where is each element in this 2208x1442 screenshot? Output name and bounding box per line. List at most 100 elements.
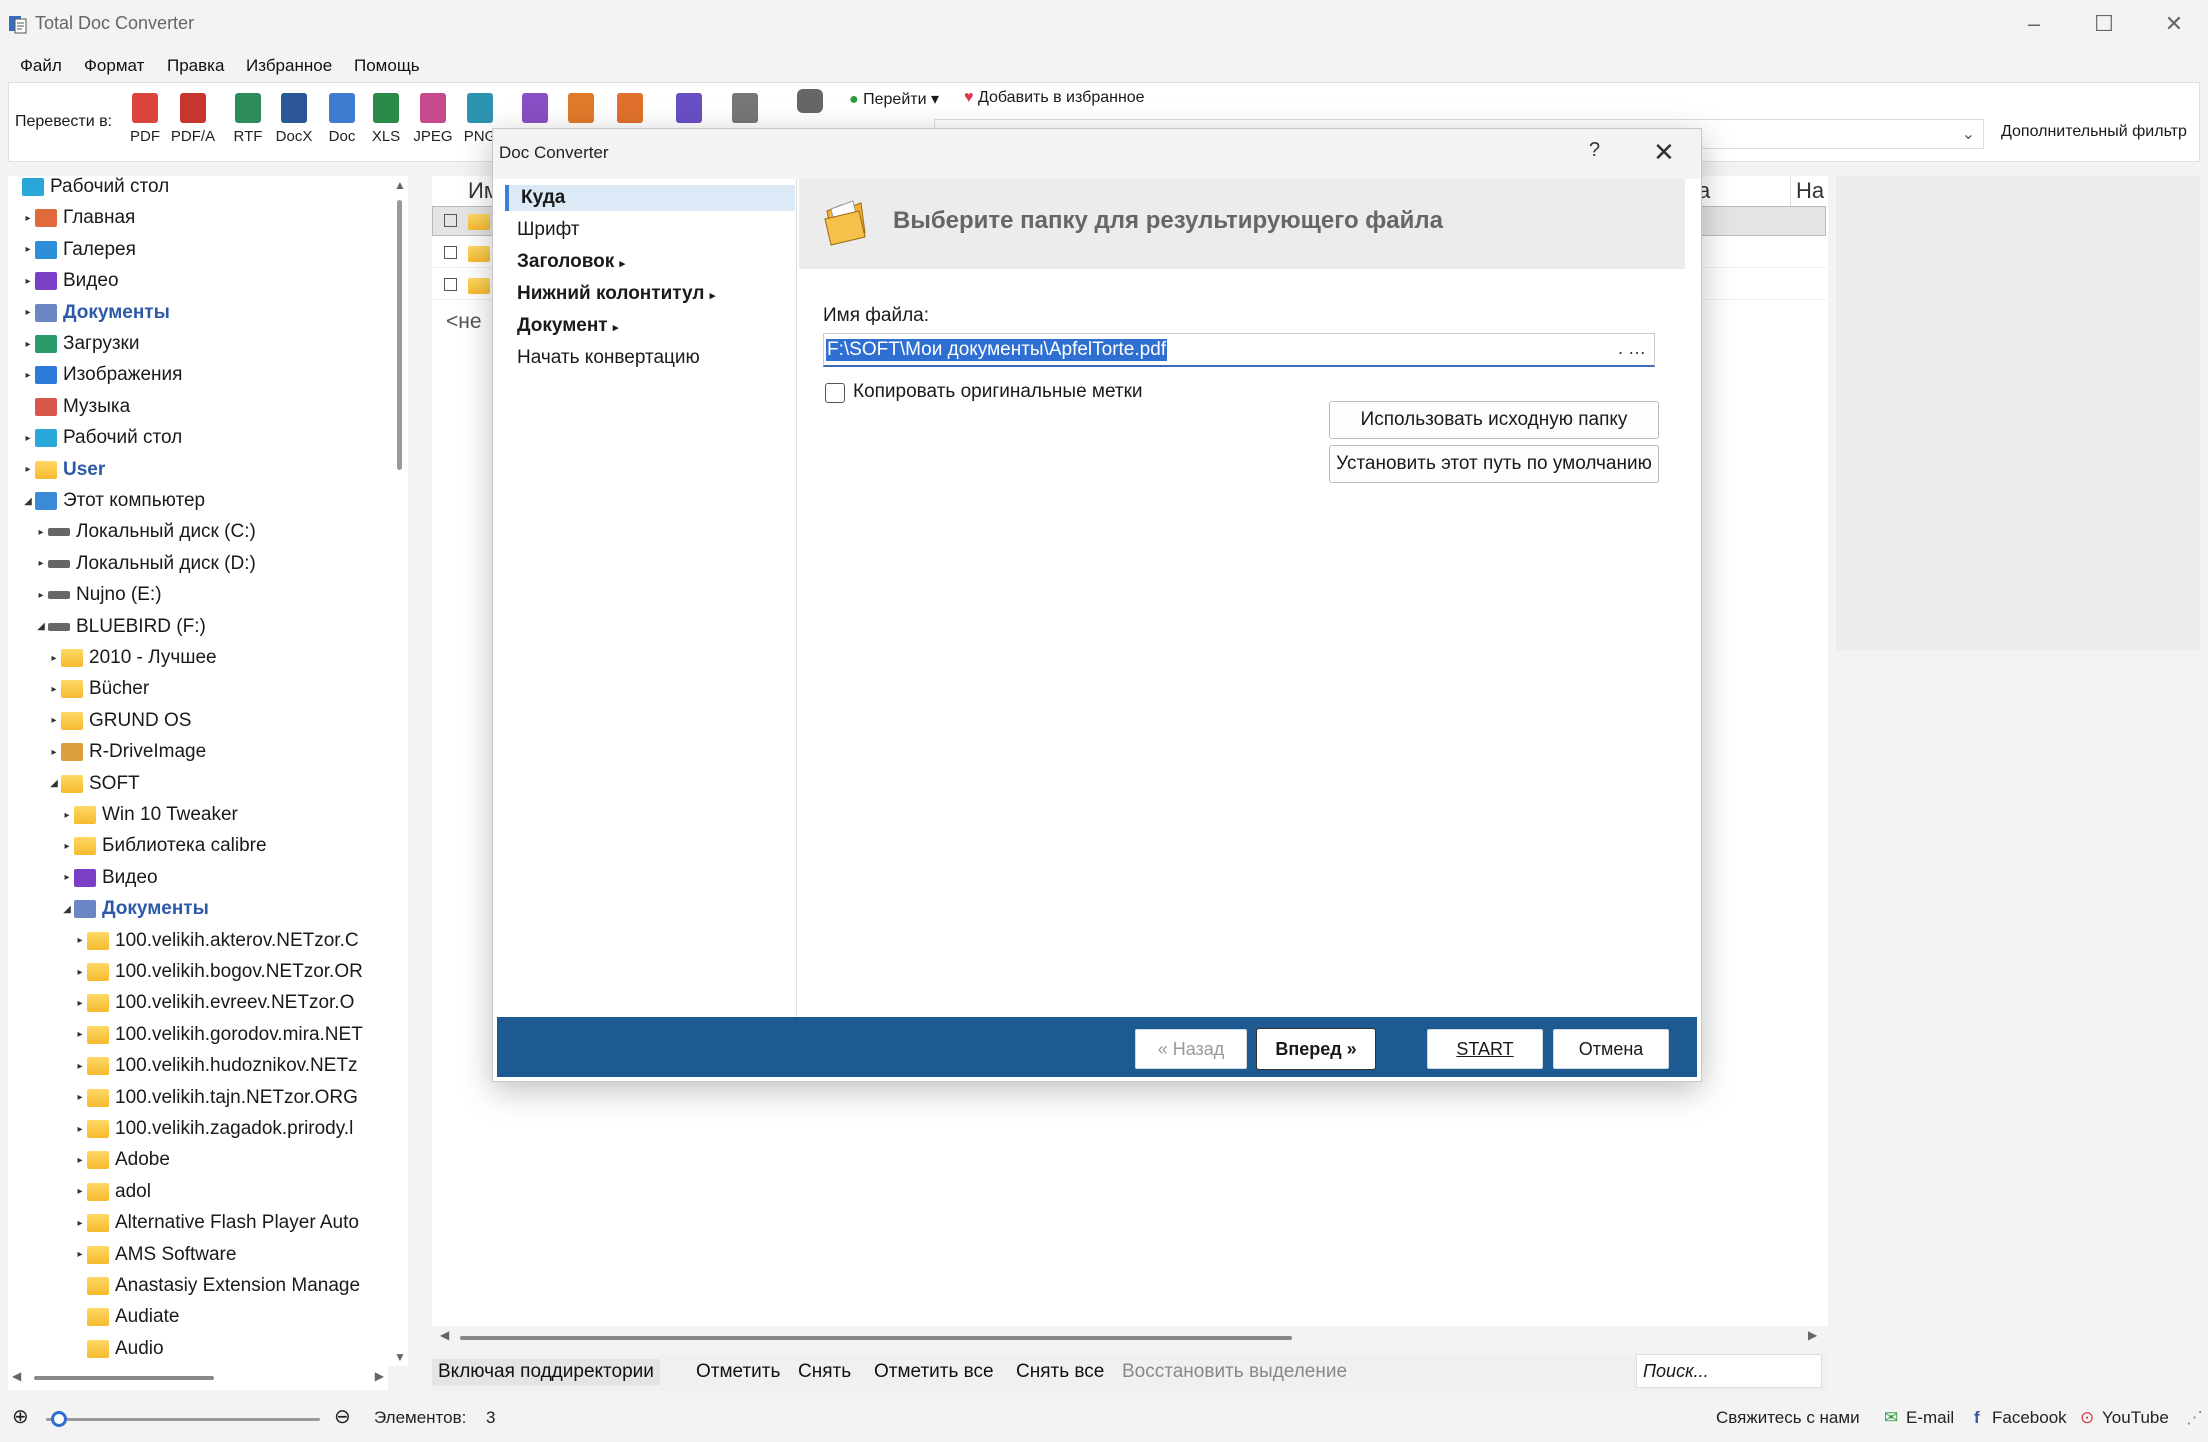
format-pdfa-button[interactable]: PDF/A <box>170 93 216 145</box>
dialog-close-button[interactable]: ✕ <box>1653 137 1675 168</box>
tree-item[interactable]: ▸ Win 10 Tweaker <box>60 800 237 830</box>
tree-item[interactable]: ▸ Nujno (E:) <box>34 580 161 610</box>
tree-item[interactable]: ▸ GRUND OS <box>47 706 191 736</box>
expand-right-icon[interactable]: ▸ <box>21 276 35 287</box>
tree-item[interactable]: ▸ Главная <box>21 203 135 233</box>
expand-right-icon[interactable]: ▸ <box>73 998 87 1009</box>
print-button[interactable] <box>787 89 833 113</box>
back-button[interactable]: « Назад <box>1135 1029 1247 1069</box>
expand-right-icon[interactable]: ▸ <box>21 339 35 350</box>
tree-item[interactable]: ▸ 100.velikih.tajn.NETzor.ORG <box>73 1083 357 1113</box>
set-default-path-button[interactable]: Установить этот путь по умолчанию <box>1329 445 1659 483</box>
tree-item[interactable]: ▸ Alternative Flash Player Auto <box>73 1208 358 1238</box>
expand-right-icon[interactable]: ▸ <box>73 1124 87 1135</box>
tree-item[interactable]: ▸ Видео <box>21 266 118 296</box>
format-jpeg-button[interactable]: JPEG <box>410 93 456 145</box>
zoom-slider-thumb[interactable] <box>51 1411 68 1427</box>
nav-font[interactable]: Шрифт <box>505 217 795 243</box>
extra-filter-button[interactable]: Дополнительный фильтр <box>2001 123 2187 141</box>
next-button[interactable]: Вперед » <box>1256 1028 1376 1070</box>
expand-right-icon[interactable]: ▸ <box>34 590 48 601</box>
expand-right-icon[interactable]: ▸ <box>21 213 35 224</box>
tree-item[interactable]: ◢ SOFT <box>47 769 140 799</box>
search-input[interactable]: Поиск... <box>1636 1354 1822 1388</box>
nav-destination[interactable]: Куда <box>505 185 795 211</box>
tree-item[interactable]: ▸ adol <box>73 1177 150 1207</box>
tree-item[interactable]: ▸ Локальный диск (D:) <box>34 549 255 579</box>
expand-right-icon[interactable]: ▸ <box>21 307 35 318</box>
format-tiff-button[interactable] <box>512 93 558 123</box>
expand-right-icon[interactable]: ▸ <box>73 935 87 946</box>
expand-right-icon[interactable]: ▸ <box>60 810 74 821</box>
expand-right-icon[interactable]: ▸ <box>73 1186 87 1197</box>
row-checkbox[interactable] <box>444 246 457 259</box>
expand-right-icon[interactable]: ▸ <box>21 244 35 255</box>
tree-item[interactable]: ▸ User <box>21 455 105 485</box>
expand-right-icon[interactable]: ▸ <box>21 433 35 444</box>
tree-item[interactable]: ▸ 100.velikih.hudoznikov.NETz <box>73 1051 357 1081</box>
tree-item[interactable]: Anastasiy Extension Manage <box>73 1271 360 1301</box>
maximize-button[interactable]: ☐ <box>2074 6 2134 42</box>
scroll-right-icon[interactable]: ▶ <box>1808 1328 1817 1342</box>
tree-item[interactable]: ▸ 2010 - Лучшее <box>47 643 216 673</box>
cancel-button[interactable]: Отмена <box>1553 1029 1669 1069</box>
tree-item[interactable]: ▸ 100.velikih.evreev.NETzor.O <box>73 988 354 1018</box>
use-source-folder-button[interactable]: Использовать исходную папку <box>1329 401 1659 439</box>
expand-right-icon[interactable]: ▸ <box>60 872 74 883</box>
format-pdf-button[interactable]: PDF <box>122 93 168 145</box>
tree-item[interactable]: ▸ Локальный диск (C:) <box>34 517 255 547</box>
tree-item[interactable]: Audiate <box>73 1302 179 1332</box>
nav-header[interactable]: Заголовок ▸ <box>505 249 795 275</box>
facebook-link[interactable]: Facebook <box>1992 1408 2067 1428</box>
email-link[interactable]: E-mail <box>1906 1408 1954 1428</box>
copy-tags-checkbox[interactable] <box>825 383 845 403</box>
expand-right-icon[interactable]: ▸ <box>73 967 87 978</box>
format-xml-button[interactable] <box>666 93 712 123</box>
mark-button[interactable]: Отметить <box>690 1359 786 1385</box>
scroll-down-icon[interactable]: ▼ <box>394 1350 406 1364</box>
browse-button[interactable]: . … <box>1618 338 1646 359</box>
expand-right-icon[interactable]: ▸ <box>47 684 61 695</box>
row-checkbox[interactable] <box>444 278 457 291</box>
expand-down-icon[interactable]: ◢ <box>34 621 48 632</box>
tree-item[interactable]: ◢ BLUEBIRD (F:) <box>34 612 206 642</box>
tree-scroll-thumb[interactable] <box>397 200 402 470</box>
scroll-up-icon[interactable]: ▲ <box>394 178 406 192</box>
menu-edit[interactable]: Правка <box>167 56 224 76</box>
tree-item[interactable]: ▸ AMS Software <box>73 1240 236 1270</box>
tree-horizontal-scrollbar[interactable]: ◀ ▶ <box>8 1366 388 1390</box>
expand-down-icon[interactable]: ◢ <box>47 778 61 789</box>
tree-item[interactable]: ▸ Библиотека calibre <box>60 831 266 861</box>
nav-document[interactable]: Документ ▸ <box>505 313 795 339</box>
tree-item[interactable]: ◢ Этот компьютер <box>21 486 205 516</box>
zoom-in-icon[interactable]: ⊕ <box>12 1404 29 1429</box>
tree-item[interactable]: Рабочий стол <box>8 176 169 202</box>
tree-item[interactable]: ▸ Рабочий стол <box>21 423 182 453</box>
expand-down-icon[interactable]: ◢ <box>60 904 74 915</box>
minimize-button[interactable]: – <box>2004 6 2064 42</box>
menu-file[interactable]: Файл <box>20 56 62 76</box>
restore-selection-button[interactable]: Восстановить выделение <box>1116 1359 1353 1385</box>
format-rtf-button[interactable]: RTF <box>225 93 271 145</box>
zoom-slider[interactable] <box>46 1411 320 1427</box>
tree-item[interactable]: ▸ Документы <box>21 298 169 328</box>
tree-hscroll-thumb[interactable] <box>34 1376 214 1380</box>
format-html-button[interactable] <box>607 93 653 123</box>
expand-right-icon[interactable]: ▸ <box>73 1092 87 1103</box>
list-hscroll-thumb[interactable] <box>460 1336 1292 1340</box>
start-button[interactable]: START <box>1427 1029 1543 1069</box>
tree-item[interactable]: ▸ Bücher <box>47 674 149 704</box>
tree-item[interactable]: ▸ 100.velikih.zagadok.prirody.l <box>73 1114 353 1144</box>
unmark-all-button[interactable]: Снять все <box>1010 1359 1110 1385</box>
tree-item[interactable]: ▸ 100.velikih.akterov.NETzor.C <box>73 926 358 956</box>
tree-item[interactable]: ▸ Изображения <box>21 360 182 390</box>
include-subdirs-toggle[interactable]: Включая поддиректории <box>432 1359 660 1385</box>
tree-item[interactable]: Audio <box>73 1334 164 1364</box>
expand-right-icon[interactable]: ▸ <box>21 370 35 381</box>
expand-right-icon[interactable]: ▸ <box>73 1029 87 1040</box>
tree-item[interactable]: ▸ R-DriveImage <box>47 737 206 767</box>
menu-help[interactable]: Помощь <box>354 56 420 76</box>
menu-format[interactable]: Формат <box>84 56 144 76</box>
expand-right-icon[interactable]: ▸ <box>73 1155 87 1166</box>
expand-right-icon[interactable]: ▸ <box>73 1061 87 1072</box>
